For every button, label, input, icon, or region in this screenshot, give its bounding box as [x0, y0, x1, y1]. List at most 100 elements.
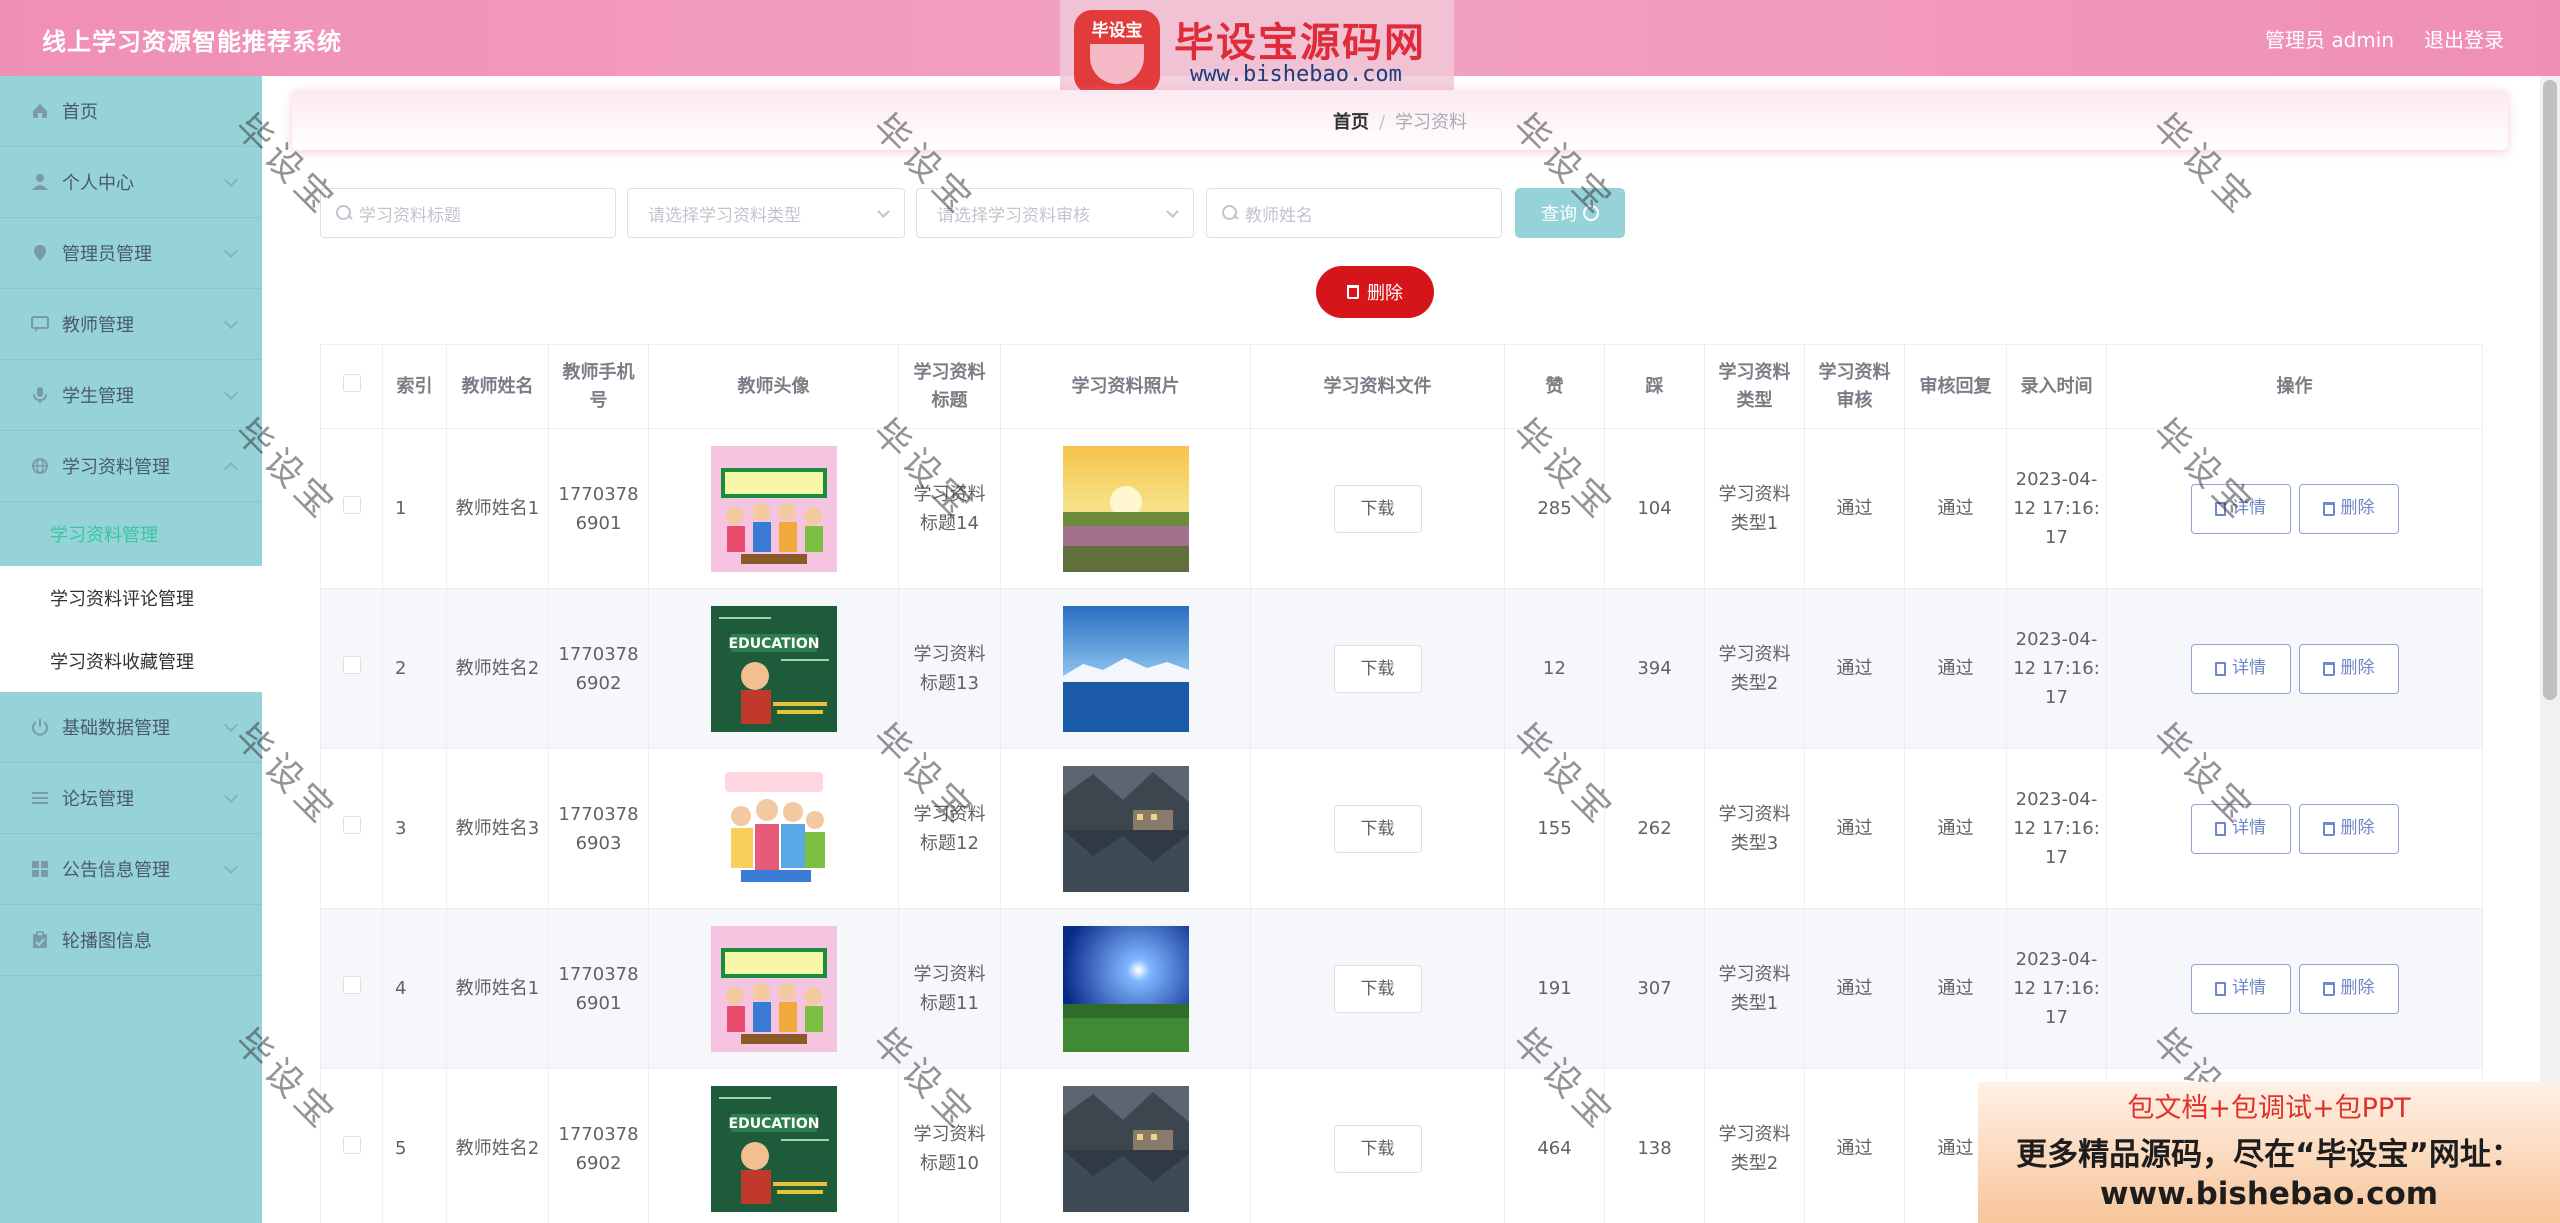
query-button[interactable]: 查询: [1515, 188, 1625, 238]
sidebar-item-label: 首页: [62, 102, 98, 123]
detail-button[interactable]: 详情: [2190, 803, 2291, 854]
sidebar-item-home[interactable]: 首页: [0, 76, 262, 147]
sidebar-item-admin-management[interactable]: 管理员管理: [0, 218, 262, 289]
detail-button[interactable]: 详情: [2190, 483, 2291, 534]
download-button[interactable]: 下载: [1333, 644, 1422, 693]
row-delete-label: 删除: [2340, 818, 2375, 838]
submenu-item-material-management[interactable]: 学习资料管理: [0, 502, 262, 566]
column-header: 教师手机号: [548, 344, 649, 429]
table-row[interactable]: 3 教师姓名3 17703786903 学习资料标题12 下载 155 262 学习资料类型3…: [320, 748, 2483, 909]
cell-likes: 464: [1504, 1068, 1605, 1223]
batch-delete-button[interactable]: 删除: [1316, 266, 1434, 318]
submenu-item-material-favorites[interactable]: 学习资料收藏管理: [0, 629, 262, 692]
brand-seal-text: 毕设宝: [1091, 21, 1143, 41]
sidebar-item-personal-center[interactable]: 个人中心: [0, 147, 262, 218]
brand-name: 毕设宝源码网: [1174, 20, 1426, 66]
cell-material-file: 下载: [1250, 588, 1505, 749]
sidebar-item-material-management[interactable]: 学习资料管理: [0, 431, 262, 502]
sidebar-item-forum-management[interactable]: 论坛管理: [0, 763, 262, 834]
cell-teacher-avatar: [648, 748, 899, 909]
teacher-avatar-image: [655, 765, 892, 892]
ad-line-1: 包文档+包调试+包PPT: [2127, 1093, 2411, 1124]
row-checkbox[interactable]: [342, 656, 361, 674]
material-type-select[interactable]: 请选择学习资料类型: [627, 188, 905, 238]
submenu-item-material-comments[interactable]: 学习资料评论管理: [0, 566, 262, 629]
cell-audit-reply: 通过: [1904, 748, 2007, 909]
material-title-search-input[interactable]: 学习资料标题: [320, 188, 616, 238]
cell-index: 1: [382, 428, 447, 589]
cell-entry-time: 2023-04-12 17:16:17: [2006, 428, 2107, 589]
cell-entry-time: 2023-04-12 17:16:17: [2006, 748, 2107, 909]
document-icon: [2215, 661, 2226, 676]
row-select-cell: [320, 588, 383, 749]
cell-index: 3: [382, 748, 447, 909]
sidebar-item-label: 学习资料管理: [62, 457, 170, 478]
cell-dislikes: 394: [1604, 588, 1705, 749]
table-row[interactable]: 4 教师姓名1 17703786901 学习资料标题11 下载 191 307 学习资料类型1…: [320, 908, 2483, 1069]
cell-entry-time: 2023-04-12 17:16:17: [2006, 908, 2107, 1069]
trash-icon: [2322, 981, 2335, 996]
page-scrollbar-thumb[interactable]: [2543, 80, 2557, 700]
cell-teacher-name: 教师姓名2: [446, 1068, 549, 1223]
cell-likes: 285: [1504, 428, 1605, 589]
row-delete-button[interactable]: 删除: [2298, 803, 2399, 854]
chevron-down-icon: [223, 788, 239, 804]
location-icon: [30, 243, 50, 263]
material-audit-select[interactable]: 请选择学习资料审核: [916, 188, 1194, 238]
breadcrumb-home[interactable]: 首页: [1333, 112, 1369, 133]
sidebar-item-teacher-management[interactable]: 教师管理: [0, 289, 262, 360]
row-checkbox[interactable]: [342, 816, 361, 834]
search-icon: [335, 204, 353, 222]
cell-teacher-avatar: [648, 428, 899, 589]
download-button[interactable]: 下载: [1333, 484, 1422, 533]
search-icon: [1583, 205, 1599, 221]
teacher-name-placeholder: 教师姓名: [1245, 205, 1313, 226]
document-icon: [2215, 981, 2226, 996]
sidebar-item-basic-data-management[interactable]: 基础数据管理: [0, 692, 262, 763]
logout-button[interactable]: 退出登录: [2424, 24, 2504, 53]
teacher-avatar-image: EDUCATION: [655, 1085, 892, 1212]
cell-dislikes: 104: [1604, 428, 1705, 589]
current-user-label[interactable]: 管理员 admin: [2265, 24, 2394, 53]
sidebar-item-carousel-info[interactable]: 轮播图信息: [0, 905, 262, 976]
document-icon: [2215, 821, 2226, 836]
column-header: 操作: [2106, 344, 2483, 429]
cell-teacher-name: 教师姓名3: [446, 748, 549, 909]
row-checkbox[interactable]: [342, 496, 361, 514]
detail-button[interactable]: 详情: [2190, 963, 2291, 1014]
row-delete-button[interactable]: 删除: [2298, 483, 2399, 534]
batch-delete-label: 删除: [1367, 283, 1403, 304]
sidebar-item-label: 个人中心: [62, 173, 134, 194]
column-header: 学习资料照片: [1000, 344, 1251, 429]
teacher-name-search-input[interactable]: 教师姓名: [1206, 188, 1502, 238]
row-checkbox[interactable]: [342, 976, 361, 994]
teacher-avatar-image: EDUCATION: [655, 605, 892, 732]
cell-teacher-avatar: EDUCATION: [648, 1068, 899, 1223]
table-row[interactable]: 2 教师姓名2 17703786902 EDUCATION 学习资料标题13 下载 12 39…: [320, 588, 2483, 749]
cell-index: 2: [382, 588, 447, 749]
detail-button-label: 详情: [2232, 818, 2266, 838]
sidebar-item-notice-management[interactable]: 公告信息管理: [0, 834, 262, 905]
cell-teacher-phone: 17703786901: [548, 908, 649, 1069]
row-checkbox[interactable]: [342, 1136, 361, 1154]
table-row[interactable]: 1 教师姓名1 17703786901 学习资料标题14 下载 285 104 学习资料类型1…: [320, 428, 2483, 589]
select-all-checkbox[interactable]: [342, 373, 361, 392]
row-delete-button[interactable]: 删除: [2298, 963, 2399, 1014]
cell-teacher-name: 教师姓名2: [446, 588, 549, 749]
cell-dislikes: 262: [1604, 748, 1705, 909]
detail-button-label: 详情: [2232, 658, 2266, 678]
download-button[interactable]: 下载: [1333, 1124, 1422, 1173]
ad-banner[interactable]: 包文档+包调试+包PPT 更多精品源码，尽在“毕设宝”网址： www.bishe…: [1978, 1082, 2560, 1223]
cell-material-audit: 通过: [1804, 428, 1905, 589]
breadcrumb-current: 学习资料: [1395, 112, 1468, 133]
row-select-cell: [320, 428, 383, 589]
cell-material-type: 学习资料类型1: [1704, 908, 1805, 1069]
download-button[interactable]: 下载: [1333, 964, 1422, 1013]
sidebar: 首页 个人中心 管理员管理 教师管理 学生管理 学习资料管理 学习资料管理 学习…: [0, 76, 262, 1223]
download-button[interactable]: 下载: [1333, 804, 1422, 853]
sidebar-item-student-management[interactable]: 学生管理: [0, 360, 262, 431]
detail-button[interactable]: 详情: [2190, 643, 2291, 694]
cell-teacher-avatar: [648, 908, 899, 1069]
row-delete-button[interactable]: 删除: [2298, 643, 2399, 694]
sidebar-item-label: 教师管理: [62, 315, 134, 336]
